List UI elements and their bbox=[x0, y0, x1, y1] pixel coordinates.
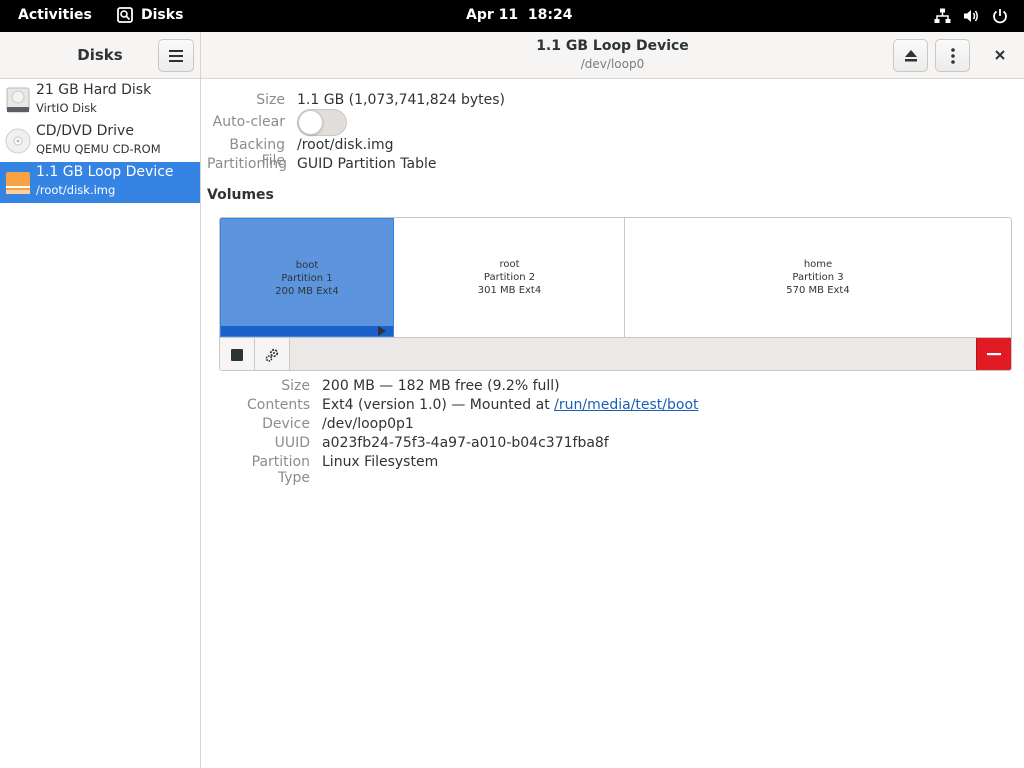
partitioning-label: Partitioning bbox=[207, 156, 287, 172]
partition-name: home bbox=[803, 259, 833, 270]
drive-options-button[interactable] bbox=[935, 39, 970, 72]
optical-drive-icon bbox=[5, 128, 31, 154]
unmount-button[interactable] bbox=[220, 338, 255, 370]
partition-name: boot bbox=[295, 260, 319, 271]
volumes-heading: Volumes bbox=[207, 187, 274, 203]
disk-item-subtitle: /root/disk.img bbox=[36, 183, 116, 197]
contents-value: Ext4 (version 1.0) — Mounted at /run/med… bbox=[322, 397, 699, 413]
disk-item-name: 1.1 GB Loop Device bbox=[36, 164, 174, 180]
partition-number: Partition 1 bbox=[281, 273, 333, 284]
partitioning-value: GUID Partition Table bbox=[297, 156, 437, 172]
disk-item-subtitle: QEMU QEMU CD-ROM bbox=[36, 142, 161, 156]
partition-name: root bbox=[499, 259, 520, 270]
power-icon bbox=[993, 9, 1007, 24]
size-value: 1.1 GB (1,073,741,824 bytes) bbox=[297, 92, 505, 108]
eject-button[interactable] bbox=[893, 39, 928, 72]
hard-disk-icon bbox=[6, 87, 30, 113]
app-menu-label: Disks bbox=[141, 7, 184, 23]
contents-text: Ext4 (version 1.0) — Mounted at bbox=[322, 397, 555, 413]
system-tray[interactable] bbox=[934, 8, 1008, 24]
disk-item-name: CD/DVD Drive bbox=[36, 123, 134, 139]
volume-toolbar bbox=[220, 337, 1011, 370]
partition-type-label: Partition Type bbox=[251, 454, 310, 486]
partition-size-label: Size bbox=[281, 378, 310, 394]
app-menu[interactable]: Disks bbox=[117, 7, 183, 23]
partition-details: 301 MB Ext4 bbox=[477, 285, 542, 296]
partition-number: Partition 3 bbox=[792, 272, 844, 283]
delete-partition-button[interactable] bbox=[976, 338, 1011, 370]
minus-icon bbox=[987, 353, 1001, 356]
sidebar: Disks 21 GB Hard Disk VirtIO Disk CD/DVD… bbox=[0, 32, 201, 768]
disk-item-subtitle: VirtIO Disk bbox=[36, 101, 97, 115]
uuid-value: a023fb24-75f3-4a97-a010-b04c371fba8f bbox=[322, 435, 609, 451]
mount-point-link[interactable]: /run/media/test/boot bbox=[554, 397, 698, 413]
top-bar: Activities Disks Apr 11 18:24 bbox=[0, 0, 1024, 32]
disk-item-name: 21 GB Hard Disk bbox=[36, 82, 152, 98]
sidebar-header: Disks bbox=[0, 32, 200, 79]
switch-knob bbox=[298, 110, 323, 135]
volume-icon bbox=[964, 10, 978, 22]
activities-button[interactable]: Activities bbox=[18, 7, 92, 23]
partition-type-value: Linux Filesystem bbox=[322, 454, 439, 470]
mounted-indicator-bar bbox=[221, 326, 393, 336]
partition-number: Partition 2 bbox=[483, 272, 536, 283]
device-label: Device bbox=[262, 416, 310, 432]
gears-icon bbox=[265, 348, 279, 362]
partition-home[interactable]: home Partition 3 570 MB Ext4 bbox=[625, 218, 1011, 337]
main-header: 1.1 GB Loop Device /dev/loop0 bbox=[201, 32, 1024, 79]
disks-app-icon bbox=[117, 7, 133, 23]
eject-icon bbox=[904, 49, 917, 61]
disk-item-hard-disk[interactable]: 21 GB Hard Disk VirtIO Disk bbox=[0, 80, 200, 121]
close-icon bbox=[995, 50, 1005, 60]
partition-details: 200 MB Ext4 bbox=[275, 286, 339, 297]
volume-map: boot Partition 1 200 MB Ext4 root Partit… bbox=[219, 217, 1012, 371]
contents-label: Contents bbox=[247, 397, 310, 413]
disk-item-loop-device[interactable]: 1.1 GB Loop Device /root/disk.img bbox=[0, 162, 200, 203]
loop-device-icon bbox=[6, 172, 30, 194]
main-menu-button[interactable] bbox=[158, 39, 194, 72]
partition-boot[interactable]: boot Partition 1 200 MB Ext4 bbox=[220, 218, 394, 337]
autoclear-label: Auto-clear bbox=[212, 114, 285, 130]
backing-file-value: /root/disk.img bbox=[297, 137, 394, 153]
stop-icon bbox=[231, 349, 243, 361]
hamburger-menu-icon bbox=[169, 49, 183, 62]
uuid-label: UUID bbox=[274, 435, 310, 451]
disk-item-cd-dvd[interactable]: CD/DVD Drive QEMU QEMU CD-ROM bbox=[0, 121, 200, 162]
play-arrow-icon bbox=[378, 326, 386, 336]
partition-size-value: 200 MB — 182 MB free (9.2% full) bbox=[322, 378, 560, 394]
partition-options-button[interactable] bbox=[255, 338, 290, 370]
kebab-menu-icon bbox=[950, 47, 955, 64]
size-label: Size bbox=[256, 92, 285, 108]
close-button[interactable] bbox=[986, 41, 1014, 69]
partition-root[interactable]: root Partition 2 301 MB Ext4 bbox=[395, 218, 624, 337]
network-icon bbox=[934, 8, 951, 23]
clock[interactable]: Apr 11 18:24 bbox=[466, 7, 572, 23]
partition-details: 570 MB Ext4 bbox=[786, 285, 850, 296]
device-value: /dev/loop0p1 bbox=[322, 416, 414, 432]
autoclear-switch[interactable] bbox=[297, 109, 347, 136]
